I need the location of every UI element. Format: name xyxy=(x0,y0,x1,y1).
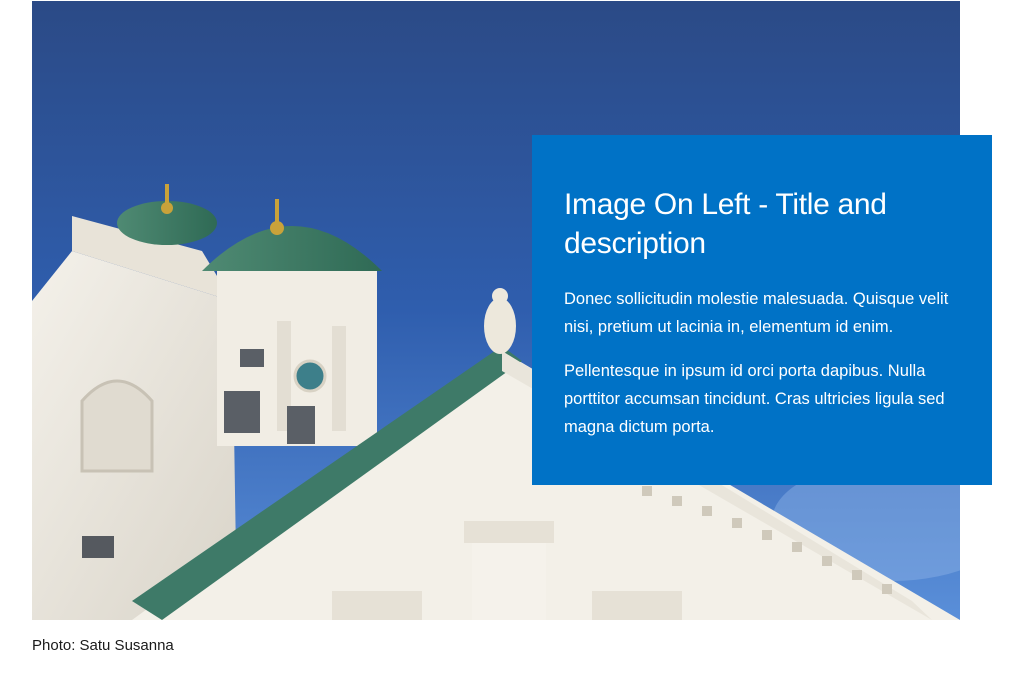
card-paragraph-2: Pellentesque in ipsum id orci porta dapi… xyxy=(564,362,945,436)
info-card: Image On Left - Title and description Do… xyxy=(532,135,992,485)
photo-caption: Photo: Satu Susanna xyxy=(32,637,174,654)
card-title: Image On Left - Title and description xyxy=(564,188,887,260)
card-paragraph-1: Donec sollicitudin molestie malesuada. Q… xyxy=(564,290,949,336)
